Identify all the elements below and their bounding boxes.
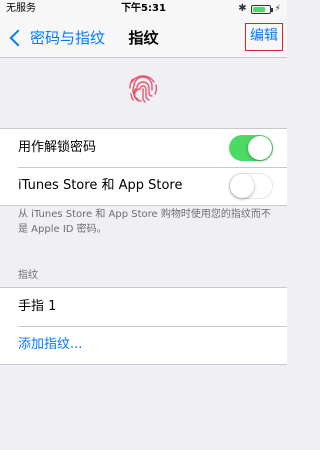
fingerprint-header — [0, 58, 287, 128]
toggle-row-unlock: 用作解锁密码 — [0, 129, 287, 167]
bluetooth-icon: ✱ — [238, 3, 247, 14]
status-bar: 无服务 下午5:31 ✱ ⚡ — [0, 0, 287, 18]
add-fingerprint-button[interactable]: 添加指纹... — [0, 326, 287, 364]
navigation-bar: 密码与指纹 指纹 编辑 — [0, 18, 287, 58]
section-header-fingerprints: 指纹 — [18, 270, 38, 281]
add-fingerprint-label: 添加指纹... — [18, 337, 83, 352]
battery-level — [252, 6, 266, 12]
toggle-row-store: iTunes Store 和 App Store — [0, 167, 287, 205]
switch-knob — [248, 136, 272, 160]
footer-note: 从 iTunes Store 和 App Store 购物时使用您的指纹而不是 … — [18, 209, 271, 235]
page-title: 指纹 — [128, 29, 159, 47]
edit-button[interactable]: 编辑 — [245, 23, 283, 51]
toggle-group: 用作解锁密码 iTunes Store 和 App Store — [0, 128, 287, 206]
status-indicators: ✱ ⚡ — [238, 4, 281, 14]
toggle-label-store: iTunes Store 和 App Store — [18, 178, 183, 193]
fingerprints-group: 手指 1 添加指纹... — [0, 287, 287, 365]
store-toggle-switch[interactable] — [229, 173, 273, 199]
fingerprint-item-label: 手指 1 — [18, 299, 57, 314]
screen: 无服务 下午5:31 ✱ ⚡ 密码与指纹 指纹 编辑 用作解锁密码 iTunes… — [0, 0, 287, 450]
unlock-toggle-switch[interactable] — [229, 135, 273, 161]
toggle-label-unlock: 用作解锁密码 — [18, 140, 97, 155]
fingerprint-icon — [129, 75, 158, 103]
battery-icon — [250, 4, 273, 14]
switch-knob — [230, 174, 254, 198]
charging-icon: ⚡ — [274, 3, 281, 14]
fingerprint-list-item[interactable]: 手指 1 — [0, 288, 287, 326]
